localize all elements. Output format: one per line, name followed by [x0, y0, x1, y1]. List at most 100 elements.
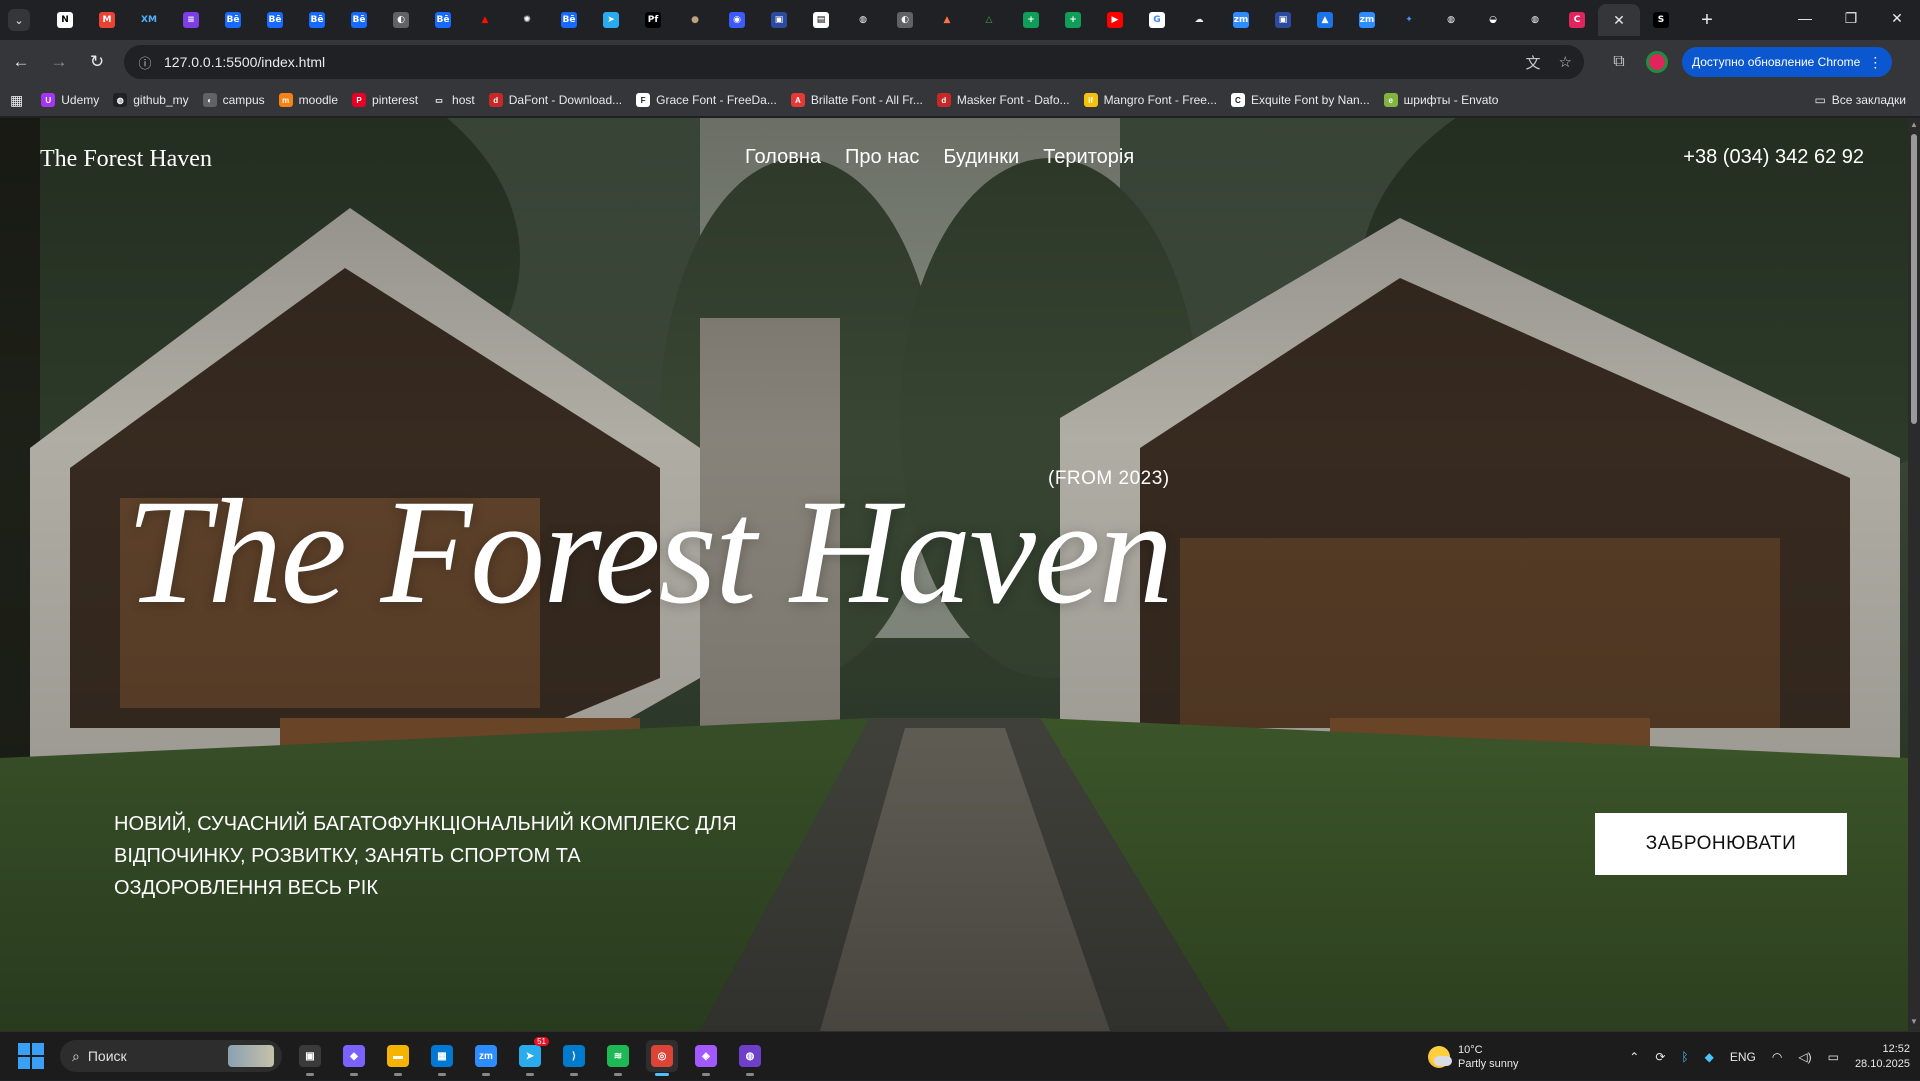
- browser-tab[interactable]: ▲: [926, 4, 968, 36]
- browser-tab[interactable]: Bē: [338, 4, 380, 36]
- chrome-update-button[interactable]: Доступно обновление Chrome ⋮: [1682, 47, 1893, 77]
- book-button[interactable]: ЗАБРОНЮВАТИ: [1595, 813, 1847, 875]
- browser-tab[interactable]: ▤: [800, 4, 842, 36]
- browser-tab[interactable]: ◍: [1514, 4, 1556, 36]
- back-icon[interactable]: ←: [4, 45, 38, 79]
- browser-tab[interactable]: Bē: [296, 4, 338, 36]
- browser-tab[interactable]: N: [44, 4, 86, 36]
- nav-link-territory[interactable]: Територія: [1043, 146, 1134, 169]
- site-info-icon[interactable]: ⓘ: [134, 51, 156, 73]
- bookmark-item[interactable]: ◍ github_my: [113, 93, 189, 107]
- browser-tab[interactable]: Bē: [212, 4, 254, 36]
- browser-tab[interactable]: zm: [1220, 4, 1262, 36]
- bookmark-item[interactable]: d DaFont - Download...: [488, 93, 622, 107]
- bookmark-star-icon[interactable]: ☆: [1559, 53, 1572, 71]
- browser-tab[interactable]: ✦: [1388, 4, 1430, 36]
- reload-icon[interactable]: ↻: [80, 45, 114, 79]
- sync-icon[interactable]: ⟳: [1655, 1050, 1665, 1064]
- browser-tab[interactable]: △: [968, 4, 1010, 36]
- browser-tab[interactable]: ◍: [1430, 4, 1472, 36]
- bookmark-item[interactable]: ▭ host: [432, 93, 475, 107]
- bookmark-item[interactable]: F Grace Font - FreeDa...: [636, 93, 777, 107]
- clock[interactable]: 12:52 28.10.2025: [1855, 1042, 1910, 1072]
- browser-tab[interactable]: ▣: [758, 4, 800, 36]
- weather-widget[interactable]: 10°C Partly sunny: [1428, 1032, 1519, 1081]
- chevron-up-icon[interactable]: ⌃: [1629, 1050, 1639, 1064]
- taskbar-app[interactable]: ◎: [646, 1040, 678, 1076]
- taskbar-app[interactable]: zm: [470, 1040, 502, 1076]
- nav-link-houses[interactable]: Будинки: [943, 146, 1019, 169]
- bookmark-item[interactable]: m moodle: [278, 93, 338, 107]
- browser-tab[interactable]: C: [1556, 4, 1598, 36]
- browser-tab[interactable]: ◍: [842, 4, 884, 36]
- browser-tab[interactable]: ▲: [464, 4, 506, 36]
- taskbar-app[interactable]: ➤ 51: [514, 1037, 549, 1076]
- restore-icon[interactable]: ❐: [1828, 0, 1874, 36]
- bookmark-item[interactable]: C Exquite Font by Nan...: [1230, 93, 1370, 107]
- bookmark-item[interactable]: U Udemy: [41, 93, 99, 107]
- bookmark-item[interactable]: A Brilatte Font - All Fr...: [790, 93, 923, 107]
- close-icon[interactable]: ✕: [1613, 12, 1625, 29]
- taskbar-app[interactable]: ◆: [338, 1040, 370, 1076]
- browser-tab[interactable]: zm: [1346, 4, 1388, 36]
- scroll-down-icon[interactable]: ▼: [1908, 1017, 1920, 1029]
- nav-link-about[interactable]: Про нас: [845, 146, 919, 169]
- taskbar-app[interactable]: ≋: [602, 1040, 634, 1076]
- taskbar-app[interactable]: ▦: [426, 1040, 458, 1076]
- browser-tab[interactable]: M: [86, 4, 128, 36]
- bookmark-item[interactable]: Ppinterest: [352, 93, 418, 107]
- browser-tab[interactable]: ●: [674, 4, 716, 36]
- minimize-icon[interactable]: —: [1782, 0, 1828, 36]
- nav-link-home[interactable]: Головна: [745, 146, 821, 169]
- browser-tab[interactable]: Bē: [254, 4, 296, 36]
- defender-icon[interactable]: ◆: [1705, 1050, 1714, 1064]
- translate-icon[interactable]: 文: [1526, 52, 1541, 73]
- bookmark-item[interactable]: ◐ campus: [202, 93, 265, 107]
- extensions-icon[interactable]: ⧉: [1606, 49, 1632, 75]
- scroll-up-icon[interactable]: ▲: [1908, 120, 1920, 132]
- volume-icon[interactable]: ◁): [1798, 1050, 1811, 1064]
- taskbar-app[interactable]: ⟩: [558, 1040, 590, 1076]
- browser-tab[interactable]: XM: [128, 4, 170, 36]
- browser-tab[interactable]: ◒: [1472, 4, 1514, 36]
- bookmark-item[interactable]: d Masker Font - Dafo...: [936, 93, 1070, 107]
- taskbar-app[interactable]: ▣: [294, 1040, 326, 1076]
- start-button[interactable]: [18, 1043, 44, 1069]
- scrollbar-thumb[interactable]: [1911, 134, 1917, 424]
- taskbar-app[interactable]: ◍: [734, 1040, 766, 1076]
- browser-tab[interactable]: Bē: [422, 4, 464, 36]
- apps-grid-icon[interactable]: ▦: [10, 92, 23, 109]
- site-logo[interactable]: The Forest Haven: [40, 146, 212, 173]
- browser-tab[interactable]: +: [1052, 4, 1094, 36]
- browser-tab[interactable]: ➤: [590, 4, 632, 36]
- browser-tab[interactable]: ✺: [506, 4, 548, 36]
- browser-tab[interactable]: S: [1640, 4, 1682, 36]
- phone-number[interactable]: +38 (034) 342 62 92: [1683, 146, 1864, 169]
- browser-tab[interactable]: ▣: [1262, 4, 1304, 36]
- new-tab-button[interactable]: +: [1694, 9, 1720, 32]
- browser-tab[interactable]: ▶: [1094, 4, 1136, 36]
- bookmark-item[interactable]: e шрифты - Envato: [1383, 93, 1498, 107]
- browser-tab[interactable]: ✕: [1598, 4, 1640, 36]
- taskbar-app[interactable]: ▬: [382, 1040, 414, 1076]
- browser-tab[interactable]: ◐: [380, 4, 422, 36]
- tab-search-button[interactable]: ⌄: [8, 9, 30, 31]
- url-text[interactable]: 127.0.0.1:5500/index.html: [164, 54, 325, 70]
- browser-tab[interactable]: ▲: [1304, 4, 1346, 36]
- browser-tab[interactable]: ☁: [1178, 4, 1220, 36]
- browser-tab[interactable]: ◉: [716, 4, 758, 36]
- bluetooth-icon[interactable]: ᛒ: [1681, 1050, 1688, 1064]
- browser-tab[interactable]: ◐: [884, 4, 926, 36]
- window-close-icon[interactable]: ✕: [1874, 0, 1920, 36]
- browser-tab[interactable]: G: [1136, 4, 1178, 36]
- all-bookmarks-button[interactable]: ▭ Все закладки: [1814, 84, 1906, 116]
- address-bar[interactable]: ⓘ 127.0.0.1:5500/index.html 文 ☆: [124, 45, 1584, 79]
- bookmark-item[interactable]: if Mangro Font - Free...: [1083, 93, 1217, 107]
- page-scrollbar[interactable]: ▲ ▼: [1908, 118, 1920, 1031]
- profile-avatar[interactable]: [1646, 51, 1668, 73]
- browser-tab[interactable]: +: [1010, 4, 1052, 36]
- taskbar-search[interactable]: ⌕ Поиск: [60, 1040, 282, 1072]
- menu-dots-icon[interactable]: ⋮: [1868, 54, 1882, 71]
- wifi-icon[interactable]: ◠: [1772, 1050, 1782, 1064]
- battery-icon[interactable]: ▭: [1828, 1050, 1839, 1064]
